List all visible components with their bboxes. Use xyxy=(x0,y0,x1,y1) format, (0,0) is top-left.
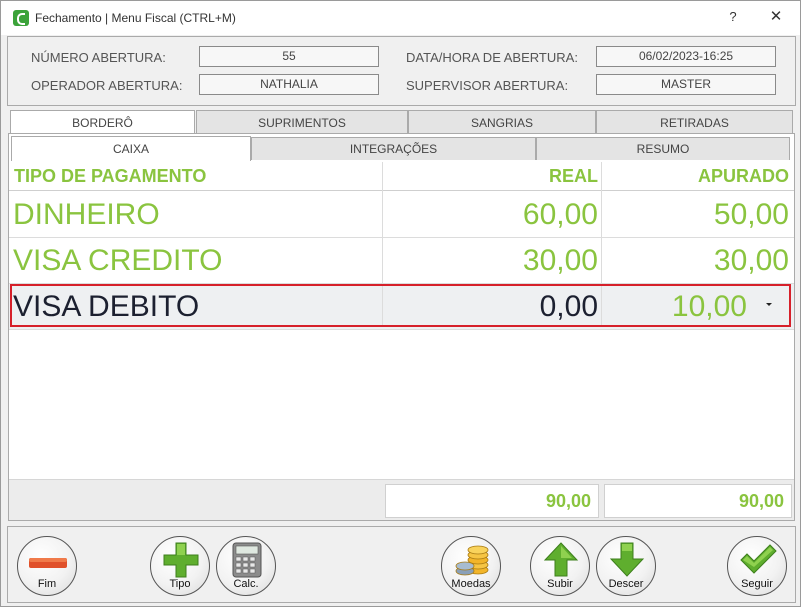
action-toolbar: Fim Tipo Calc. Moedas Subir Descer Segui… xyxy=(7,526,796,603)
title-bar: Fechamento | Menu Fiscal (CTRL+M) ? ✕ xyxy=(1,1,800,35)
calc-button[interactable]: Calc. xyxy=(216,536,276,596)
tipo-label: Tipo xyxy=(169,578,191,590)
total-real: 90,00 xyxy=(385,484,599,518)
moedas-label: Moedas xyxy=(451,578,491,590)
operador-abertura-label: OPERADOR ABERTURA: xyxy=(31,78,183,93)
checkmark-icon xyxy=(740,544,777,574)
tab-retiradas[interactable]: RETIRADAS xyxy=(596,110,793,134)
tab-resumo[interactable]: RESUMO xyxy=(536,137,790,160)
col-tipo-pagamento[interactable]: TIPO DE PAGAMENTO xyxy=(14,162,206,190)
cell-apurado[interactable]: 50,00 xyxy=(603,192,789,237)
tab-suprimentos[interactable]: SUPRIMENTOS xyxy=(196,110,408,134)
cell-apurado[interactable]: 30,00 xyxy=(603,238,789,283)
bordero-content: CAIXA INTEGRAÇÕES RESUMO TIPO DE PAGAMEN… xyxy=(8,133,795,521)
seguir-label: Seguir xyxy=(741,578,773,590)
app-logo-icon xyxy=(13,10,29,26)
tipo-button[interactable]: Tipo xyxy=(150,536,210,596)
window-title: Fechamento | Menu Fiscal (CTRL+M) xyxy=(35,11,236,25)
cell-tipo: VISA CREDITO xyxy=(13,244,223,277)
data-hora-abertura-field: 06/02/2023-16:25 xyxy=(596,46,776,67)
data-hora-abertura-label: DATA/HORA DE ABERTURA: xyxy=(406,50,578,65)
moedas-button[interactable]: Moedas xyxy=(441,536,501,596)
opening-info-panel: NÚMERO ABERTURA: 55 DATA/HORA DE ABERTUR… xyxy=(7,36,796,106)
help-button[interactable]: ? xyxy=(723,9,743,24)
coins-icon xyxy=(455,545,489,576)
arrow-down-icon xyxy=(609,542,645,577)
subir-label: Subir xyxy=(547,578,573,590)
operador-abertura-field: NATHALIA xyxy=(199,74,379,95)
selection-highlight xyxy=(10,284,791,327)
minus-icon xyxy=(29,558,67,568)
cell-real: 30,00 xyxy=(522,244,598,277)
fim-button[interactable]: Fim xyxy=(17,536,77,596)
tab-caixa[interactable]: CAIXA xyxy=(11,136,251,161)
total-apurado: 90,00 xyxy=(604,484,792,518)
table-row[interactable]: VISA CREDITO 30,00 30,00 xyxy=(9,238,794,284)
grid-header: TIPO DE PAGAMENTO REAL APURADO xyxy=(9,162,794,191)
numero-abertura-field: 55 xyxy=(199,46,379,67)
seguir-button[interactable]: Seguir xyxy=(727,536,787,596)
descer-label: Descer xyxy=(608,578,644,590)
calculator-icon xyxy=(232,542,262,578)
fim-label: Fim xyxy=(37,578,57,590)
calc-label: Calc. xyxy=(233,578,259,590)
fechamento-window: Fechamento | Menu Fiscal (CTRL+M) ? ✕ NÚ… xyxy=(0,0,801,607)
arrow-up-icon xyxy=(543,542,579,577)
supervisor-abertura-label: SUPERVISOR ABERTURA: xyxy=(406,78,569,93)
close-button[interactable]: ✕ xyxy=(766,7,786,25)
cell-tipo: DINHEIRO xyxy=(13,198,160,231)
descer-button[interactable]: Descer xyxy=(596,536,656,596)
col-real[interactable]: REAL xyxy=(383,162,598,190)
tab-sangrias[interactable]: SANGRIAS xyxy=(408,110,596,134)
plus-icon xyxy=(163,542,199,578)
tab-integracoes[interactable]: INTEGRAÇÕES xyxy=(251,137,536,160)
tab-bordero[interactable]: BORDERÔ xyxy=(10,110,195,135)
table-row[interactable]: DINHEIRO 60,00 50,00 xyxy=(9,192,794,238)
supervisor-abertura-field: MASTER xyxy=(596,74,776,95)
col-apurado[interactable]: APURADO xyxy=(603,162,789,190)
cell-real: 60,00 xyxy=(522,198,598,231)
numero-abertura-label: NÚMERO ABERTURA: xyxy=(31,50,166,65)
subir-button[interactable]: Subir xyxy=(530,536,590,596)
totals-footer: 90,00 90,00 xyxy=(9,479,794,520)
